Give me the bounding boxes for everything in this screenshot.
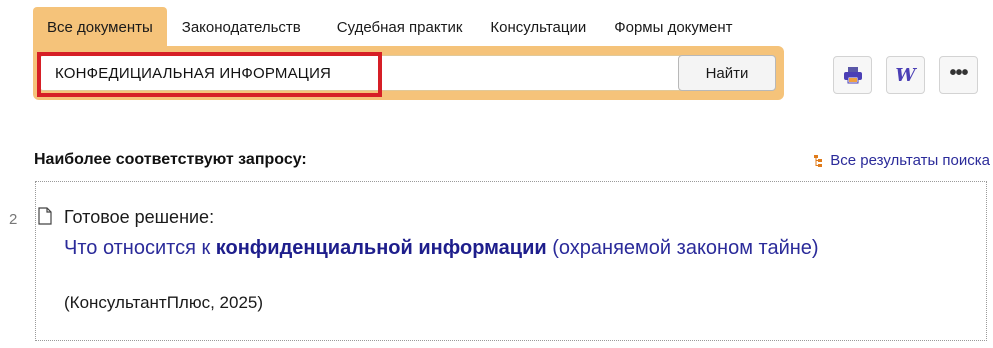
result-title-suffix: (охраняемой законом тайне) xyxy=(546,237,819,259)
results-heading: Наиболее соответствуют запросу: xyxy=(34,151,307,168)
tab-legislation[interactable]: Законодательств xyxy=(167,7,323,47)
result-source: (КонсультантПлюс, 2025) xyxy=(64,293,264,312)
result-type: Готовое решение: xyxy=(64,207,215,227)
more-button[interactable]: ••• xyxy=(939,56,978,94)
find-button[interactable]: Найти xyxy=(678,55,776,91)
tree-list-icon xyxy=(814,154,823,167)
result-title-bold: конфиденциальной информации xyxy=(215,237,547,259)
result-title-prefix: Что относится к xyxy=(64,237,216,259)
result-number: 2 xyxy=(9,211,18,228)
search-input-value: КОНФЕДИЦИАЛЬНАЯ ИНФОРМАЦИЯ xyxy=(55,65,332,82)
document-icon xyxy=(38,207,52,225)
print-button[interactable] xyxy=(833,56,872,94)
more-dots-icon: ••• xyxy=(949,62,968,84)
all-results-link[interactable]: Все результаты поиска xyxy=(813,152,990,169)
search-input[interactable]: КОНФЕДИЦИАЛЬНАЯ ИНФОРМАЦИЯ xyxy=(39,55,703,91)
tab-court-practice[interactable]: Судебная практик xyxy=(323,7,479,47)
tab-bar: Все документы Законодательств Судебная п… xyxy=(33,7,747,47)
result-title-link[interactable]: Что относится к конфиденциальной информа… xyxy=(64,234,924,262)
search-panel: КОНФЕДИЦИАЛЬНАЯ ИНФОРМАЦИЯ Найти xyxy=(33,46,784,100)
tab-consultations[interactable]: Консультации xyxy=(478,7,602,47)
tab-all-documents[interactable]: Все документы xyxy=(33,7,167,47)
printer-icon xyxy=(843,67,862,84)
tab-forms[interactable]: Формы документ xyxy=(602,7,746,47)
word-export-icon: W xyxy=(895,64,916,86)
word-export-button[interactable]: W xyxy=(886,56,925,94)
all-results-label: Все результаты поиска xyxy=(830,152,990,169)
